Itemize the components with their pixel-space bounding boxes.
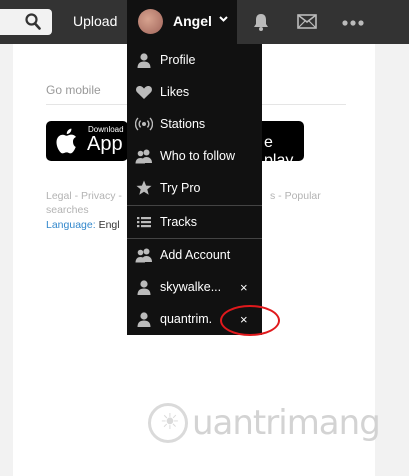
user-dropdown-menu: Profile Likes Stations Who to follow Try… [127, 44, 262, 335]
menu-item-label: quantrim. [160, 312, 213, 326]
menu-item-label: Stations [160, 117, 206, 131]
username-label: Angel [173, 13, 212, 29]
footer-links-line2[interactable]: searches [46, 203, 89, 217]
go-mobile-heading: Go mobile [46, 83, 101, 97]
google-play-title: e play [264, 134, 294, 161]
google-play-badge[interactable]: e play [256, 121, 304, 161]
menu-item-label: Tracks [160, 215, 198, 229]
menu-item-try-pro[interactable]: Try Pro [127, 172, 262, 204]
menu-item-label: skywalke... [160, 280, 222, 294]
menu-item-account-skywalker[interactable]: skywalke... × [127, 271, 262, 303]
people-icon [135, 149, 152, 164]
mail-icon[interactable] [297, 14, 317, 29]
app-store-title: App S [87, 133, 128, 155]
apple-icon [56, 128, 76, 154]
menu-item-label: Who to follow [160, 149, 236, 163]
menu-item-add-account[interactable]: Add Account [127, 239, 262, 271]
menu-item-tracks[interactable]: Tracks [127, 206, 262, 238]
menu-item-profile[interactable]: Profile [127, 44, 262, 76]
person-icon [137, 280, 151, 295]
annotation-highlight-ellipse [220, 305, 280, 336]
avatar [138, 9, 163, 34]
heart-icon [136, 86, 152, 99]
list-icon [137, 217, 151, 228]
more-icon[interactable] [342, 20, 364, 26]
app-store-badge[interactable]: Download App S [46, 121, 128, 161]
remove-account-button[interactable]: × [240, 280, 248, 295]
chevron-down-icon [219, 16, 228, 22]
top-nav-bar: Upload Angel [0, 0, 409, 44]
bell-icon[interactable] [252, 13, 270, 31]
person-icon [137, 53, 151, 68]
user-menu-button[interactable]: Angel [127, 0, 237, 44]
search-button[interactable] [0, 9, 52, 35]
menu-item-label: Add Account [160, 248, 231, 262]
menu-item-label: Profile [160, 53, 196, 67]
upload-link[interactable]: Upload [73, 13, 117, 29]
people-icon [135, 248, 152, 263]
menu-item-stations[interactable]: Stations [127, 108, 262, 140]
menu-item-label: Try Pro [160, 181, 201, 195]
radio-waves-icon [135, 117, 153, 131]
menu-item-likes[interactable]: Likes [127, 76, 262, 108]
language-value: Engl [98, 219, 120, 231]
menu-item-label: Likes [160, 85, 190, 99]
watermark-text: uantrimang [192, 403, 381, 444]
watermark-logo: ☀ uantrimang [148, 402, 381, 444]
footer-links-line1-start[interactable]: Legal - Privacy - [46, 189, 122, 203]
watermark-q-icon: ☀ [148, 403, 188, 444]
language-selector[interactable]: Language: Engl [46, 219, 120, 231]
person-icon [137, 312, 151, 327]
language-label: Language: [46, 219, 96, 231]
star-icon [136, 180, 152, 195]
search-icon [25, 13, 41, 30]
menu-item-who-to-follow[interactable]: Who to follow [127, 140, 262, 172]
footer-links-line1-end[interactable]: s - Popular [270, 189, 321, 203]
